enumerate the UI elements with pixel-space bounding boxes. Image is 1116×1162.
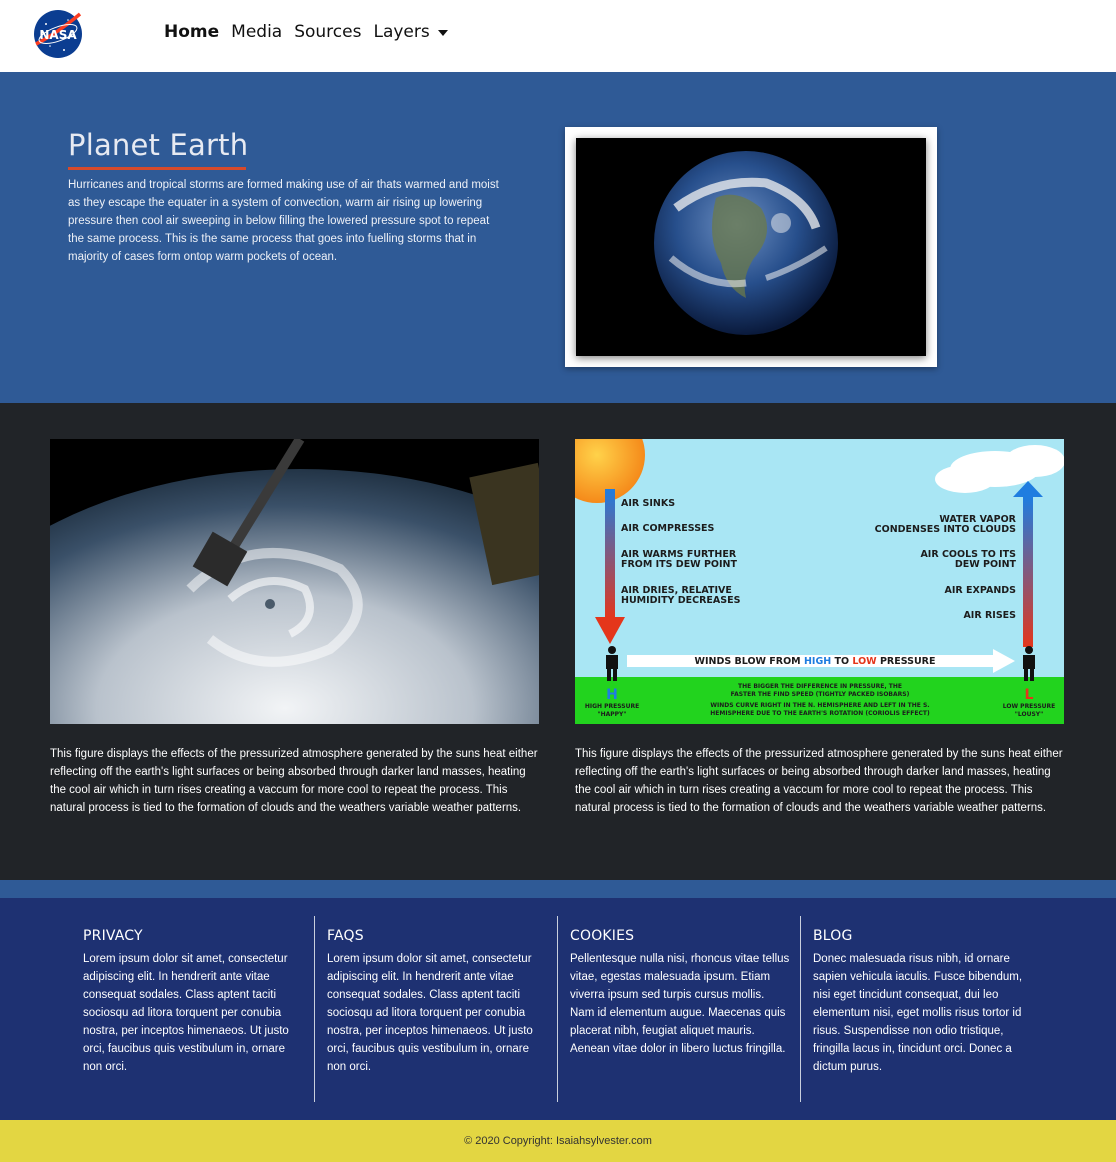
footer-column-blog: BLOG Donec malesuada risus nibh, id orna… (813, 928, 1033, 1076)
svg-text:LOW PRESSURE: LOW PRESSURE (1003, 703, 1056, 710)
hero-section: Planet Earth Hurricanes and tropical sto… (0, 72, 1116, 403)
figures-section: This figure displays the effects of the … (0, 403, 1116, 880)
svg-text:HIGH PRESSURE: HIGH PRESSURE (585, 703, 639, 710)
svg-text:WINDS CURVE RIGHT IN THE N. HE: WINDS CURVE RIGHT IN THE N. HEMISPHERE A… (710, 702, 929, 709)
svg-text:AIR RISES: AIR RISES (963, 610, 1016, 621)
svg-text:FROM ITS DEW POINT: FROM ITS DEW POINT (621, 559, 737, 570)
pressure-diagram-image: AIR SINKS AIR COMPRESSES AIR WARMS FURTH… (575, 439, 1064, 724)
footer-text: Pellentesque nulla nisi, rhoncus vitae t… (570, 953, 790, 1055)
svg-text:L: L (1025, 687, 1034, 703)
svg-text:FASTER THE FIND SPEED (TIGHTLY: FASTER THE FIND SPEED (TIGHTLY PACKED IS… (731, 691, 910, 698)
svg-text:HEMISPHERE DUE TO THE EARTH'S: HEMISPHERE DUE TO THE EARTH'S ROTATION (… (710, 710, 930, 717)
footer: PRIVACY Lorem ipsum dolor sit amet, cons… (0, 898, 1116, 1120)
footer-divider (314, 916, 315, 1102)
svg-text:WINDS BLOW FROM HIGH TO LOW PR: WINDS BLOW FROM HIGH TO LOW PRESSURE (694, 656, 935, 667)
navbar: NASA Home Media Sources Layers (0, 0, 1116, 72)
hero-description: Hurricanes and tropical storms are forme… (68, 179, 499, 263)
caret-down-icon (437, 29, 448, 36)
nav-layers-label: Layers (373, 22, 430, 42)
figure-caption: This figure displays the effects of the … (50, 748, 538, 814)
figure-caption: This figure displays the effects of the … (575, 748, 1063, 814)
earth-image (576, 138, 926, 356)
footer-divider (557, 916, 558, 1102)
svg-text:NASA: NASA (39, 28, 77, 42)
nav-media-link[interactable]: Media (231, 22, 282, 42)
footer-heading[interactable]: FAQS (327, 928, 547, 944)
footer-heading[interactable]: BLOG (813, 928, 1033, 944)
hero-title: Planet Earth (68, 128, 249, 162)
footer-heading[interactable]: PRIVACY (83, 928, 303, 944)
nav-sources-link[interactable]: Sources (294, 22, 361, 42)
figure-pressure-diagram: AIR SINKS AIR COMPRESSES AIR WARMS FURTH… (575, 439, 1064, 817)
nav-links: Home Media Sources Layers (164, 22, 448, 42)
footer-heading[interactable]: COOKIES (570, 928, 790, 944)
footer-text: Lorem ipsum dolor sit amet, consectetur … (83, 953, 289, 1073)
footer-text: Donec malesuada risus nibh, id ornare sa… (813, 953, 1023, 1073)
svg-text:DEW POINT: DEW POINT (955, 559, 1017, 570)
svg-text:AIR SINKS: AIR SINKS (621, 498, 675, 509)
footer-text: Lorem ipsum dolor sit amet, consectetur … (327, 953, 533, 1073)
figure-hurricane: This figure displays the effects of the … (50, 439, 539, 817)
nav-home-link[interactable]: Home (164, 22, 219, 42)
copyright-text: © 2020 Copyright: Isaiahsylvester.com (464, 1135, 652, 1147)
svg-text:"LOUSY": "LOUSY" (1015, 711, 1044, 718)
svg-text:AIR EXPANDS: AIR EXPANDS (945, 585, 1017, 596)
footer-column-cookies: COOKIES Pellentesque nulla nisi, rhoncus… (570, 928, 790, 1058)
svg-text:HUMIDITY DECREASES: HUMIDITY DECREASES (621, 595, 741, 606)
hurricane-image (50, 439, 539, 724)
copyright-bar: © 2020 Copyright: Isaiahsylvester.com (0, 1120, 1116, 1162)
title-underline (68, 167, 246, 170)
footer-divider (800, 916, 801, 1102)
svg-text:THE BIGGER THE DIFFERENCE IN P: THE BIGGER THE DIFFERENCE IN PRESSURE, T… (738, 683, 902, 690)
section-divider-strip (0, 880, 1116, 898)
nav-layers-dropdown[interactable]: Layers (373, 22, 448, 42)
footer-column-faqs: FAQS Lorem ipsum dolor sit amet, consect… (327, 928, 547, 1076)
svg-text:H: H (606, 687, 618, 703)
footer-column-privacy: PRIVACY Lorem ipsum dolor sit amet, cons… (83, 928, 303, 1076)
nasa-logo[interactable]: NASA (30, 6, 86, 62)
earth-image-frame (565, 127, 937, 367)
svg-text:CONDENSES INTO CLOUDS: CONDENSES INTO CLOUDS (875, 524, 1017, 535)
svg-text:AIR COMPRESSES: AIR COMPRESSES (621, 523, 715, 534)
svg-text:"HAPPY": "HAPPY" (597, 711, 626, 718)
